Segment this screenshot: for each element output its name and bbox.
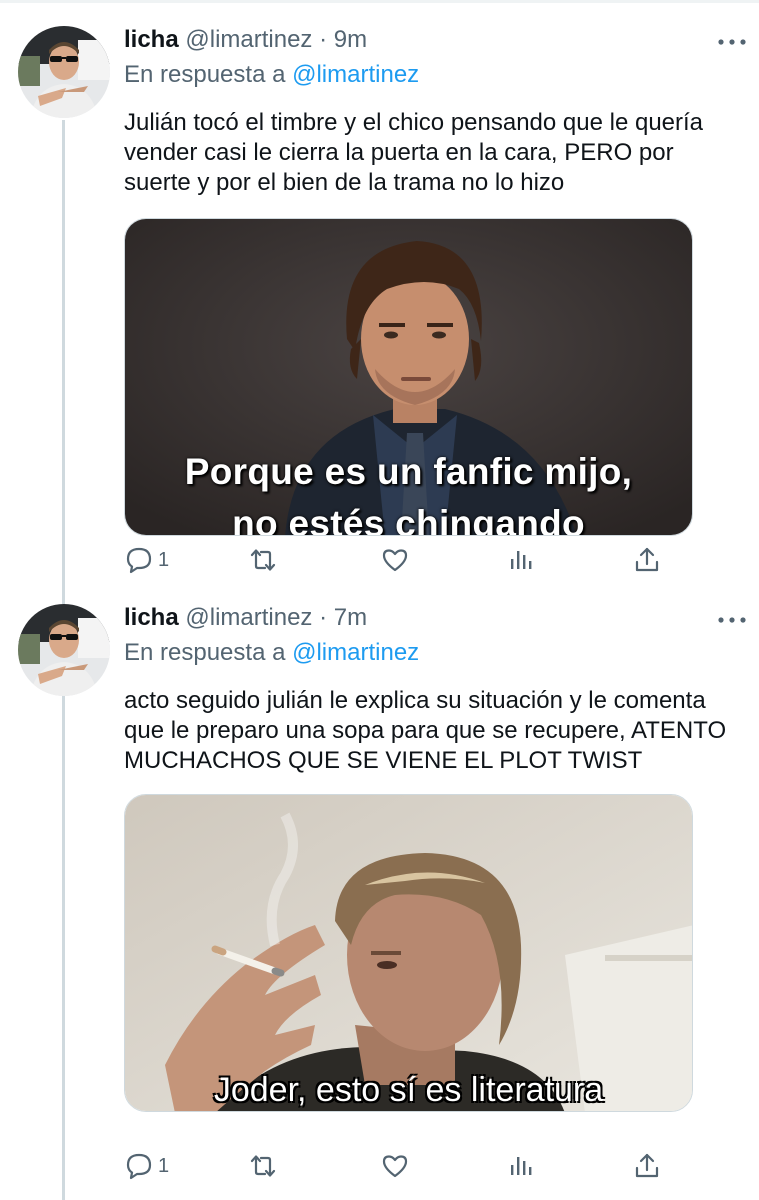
views-button[interactable] (506, 1146, 536, 1186)
reply-mention-link[interactable]: @limartinez (292, 61, 419, 88)
reply-context: En respuesta a @limartinez (124, 636, 744, 672)
tweet-header: licha @limartinez · 9m (124, 22, 744, 58)
tweet[interactable]: licha @limartinez · 9m En respuesta a @l… (0, 22, 759, 590)
tweet[interactable]: licha @limartinez · 7m En respuesta a @l… (0, 600, 759, 1200)
author-handle[interactable]: @limartinez (185, 604, 312, 631)
reply-prefix: En respuesta a (124, 639, 286, 666)
tweet-actions: 1 (124, 540, 684, 580)
author-name[interactable]: licha (124, 604, 179, 631)
reply-bubble-icon (126, 547, 152, 574)
heart-icon (382, 549, 408, 572)
reply-count: 1 (158, 548, 170, 571)
tweet-timestamp[interactable]: 9m (334, 26, 367, 53)
share-upload-icon (635, 547, 659, 572)
retweet-icon (250, 1155, 276, 1177)
author-name[interactable]: licha (124, 26, 179, 53)
reply-mention-link[interactable]: @limartinez (292, 639, 419, 666)
retweet-button[interactable] (248, 1146, 278, 1186)
share-upload-icon (635, 1153, 659, 1178)
retweet-button[interactable] (248, 540, 278, 580)
reply-button[interactable]: 1 (124, 1146, 169, 1186)
media-caption-line-2: no estés chingando (232, 503, 585, 536)
reply-button[interactable]: 1 (124, 540, 169, 580)
more-options-button[interactable] (712, 608, 752, 632)
tweet-text: Julián tocó el timbre y el chico pensand… (124, 109, 704, 196)
analytics-bars-icon (511, 551, 532, 569)
media-caption: Joder, esto sí es literatura (213, 1071, 604, 1109)
media-caption-line-1: Porque es un fanfic mijo, (184, 451, 633, 492)
heart-icon (382, 1155, 408, 1178)
views-button[interactable] (506, 540, 536, 580)
reply-context: En respuesta a @limartinez (124, 58, 744, 94)
header-separator: · (319, 604, 328, 631)
like-button[interactable] (380, 540, 410, 580)
share-button[interactable] (632, 1146, 662, 1186)
share-button[interactable] (632, 540, 662, 580)
more-horizontal-icon (718, 39, 746, 45)
more-options-button[interactable] (712, 30, 752, 54)
reply-prefix: En respuesta a (124, 61, 286, 88)
like-button[interactable] (380, 1146, 410, 1186)
author-handle[interactable]: @limartinez (185, 26, 312, 53)
top-divider (0, 0, 759, 3)
tweet-text: acto seguido julián le explica su situac… (124, 687, 727, 774)
analytics-bars-icon (511, 1157, 532, 1175)
retweet-icon (250, 549, 276, 571)
tweet-header: licha @limartinez · 7m (124, 600, 744, 636)
header-separator: · (319, 26, 328, 53)
tweet-media[interactable]: Joder, esto sí es literatura (124, 794, 693, 1112)
tweet-actions: 1 (124, 1146, 684, 1186)
avatar[interactable] (18, 604, 110, 696)
avatar[interactable] (18, 26, 110, 118)
media-photo (125, 795, 692, 1111)
tweet-media[interactable]: Porque es un fanfic mijo, no estés ching… (124, 218, 693, 536)
tweet-timestamp[interactable]: 7m (334, 604, 367, 631)
reply-bubble-icon (126, 1153, 152, 1180)
more-horizontal-icon (718, 617, 746, 623)
reply-count: 1 (158, 1154, 170, 1177)
